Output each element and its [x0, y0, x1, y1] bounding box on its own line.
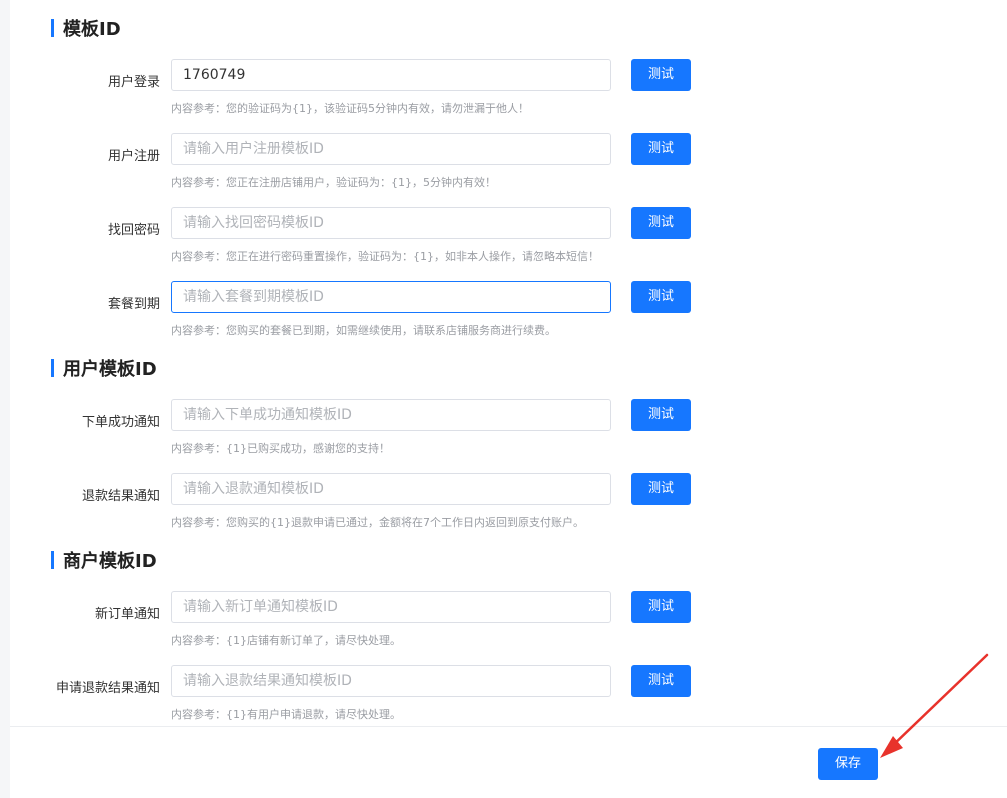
package-expiry-input[interactable]: 请输入套餐到期模板ID: [171, 281, 611, 313]
section-title-text: 商户模板ID: [63, 551, 157, 572]
reset-password-input[interactable]: 请输入找回密码模板ID: [171, 207, 611, 239]
save-button[interactable]: 保存: [818, 748, 878, 780]
hint-package-expiry: 内容参考：您购买的套餐已到期，如需继续使用，请联系店铺服务商进行续费。: [171, 324, 556, 337]
hint-refund-request-result: 内容参考：{1}有用户申请退款，请尽快处理。: [171, 708, 401, 721]
section-accent-bar: [51, 551, 54, 569]
test-button-refund-result[interactable]: 测试: [631, 473, 691, 505]
new-order-input[interactable]: 请输入新订单通知模板ID: [171, 591, 611, 623]
field-label-user-login: 用户登录: [107, 75, 160, 90]
section-title-text: 模板ID: [63, 19, 121, 40]
field-label-new-order: 新订单通知: [94, 607, 160, 622]
hint-refund-result: 内容参考：您购买的{1}退款申请已通过，金额将在7个工作日内返回到原支付账户。: [171, 516, 584, 529]
section-accent-bar: [51, 19, 54, 37]
hint-new-order: 内容参考：{1}店铺有新订单了，请尽快处理。: [171, 634, 401, 647]
hint-reset-password: 内容参考：您正在进行密码重置操作，验证码为：{1}，如非本人操作，请忽略本短信！: [171, 250, 599, 263]
footer-divider: [10, 726, 1007, 727]
hint-order-success: 内容参考：{1}已购买成功，感谢您的支持！: [171, 442, 390, 455]
section-accent-bar: [51, 359, 54, 377]
refund-result-input[interactable]: 请输入退款通知模板ID: [171, 473, 611, 505]
section-title-text: 用户模板ID: [63, 359, 157, 380]
test-button-order-success[interactable]: 测试: [631, 399, 691, 431]
section-title-template: 模板ID: [51, 18, 121, 40]
hint-user-login: 内容参考：您的验证码为{1}，该验证码5分钟内有效，请勿泄漏于他人！: [171, 102, 529, 115]
field-label-order-success: 下单成功通知: [81, 415, 160, 430]
hint-user-register: 内容参考：您正在注册店铺用户，验证码为：{1}，5分钟内有效！: [171, 176, 496, 189]
field-label-refund-request-result: 申请退款结果通知: [55, 681, 160, 696]
test-button-refund-request-result[interactable]: 测试: [631, 665, 691, 697]
refund-request-result-input[interactable]: 请输入退款结果通知模板ID: [171, 665, 611, 697]
user-login-input[interactable]: 1760749: [171, 59, 611, 91]
section-title-user-template: 用户模板ID: [51, 358, 157, 380]
test-button-user-login[interactable]: 测试: [631, 59, 691, 91]
user-register-input[interactable]: 请输入用户注册模板ID: [171, 133, 611, 165]
test-button-package-expiry[interactable]: 测试: [631, 281, 691, 313]
field-label-user-register: 用户注册: [107, 149, 160, 164]
test-button-new-order[interactable]: 测试: [631, 591, 691, 623]
test-button-reset-password[interactable]: 测试: [631, 207, 691, 239]
field-label-package-expiry: 套餐到期: [107, 297, 160, 312]
section-title-merchant-template: 商户模板ID: [51, 550, 157, 572]
order-success-input[interactable]: 请输入下单成功通知模板ID: [171, 399, 611, 431]
settings-panel: 模板ID 用户登录 1760749 测试 内容参考：您的验证码为{1}，该验证码…: [10, 0, 1007, 798]
test-button-user-register[interactable]: 测试: [631, 133, 691, 165]
field-label-reset-password: 找回密码: [107, 223, 160, 238]
field-label-refund-result: 退款结果通知: [81, 489, 160, 504]
